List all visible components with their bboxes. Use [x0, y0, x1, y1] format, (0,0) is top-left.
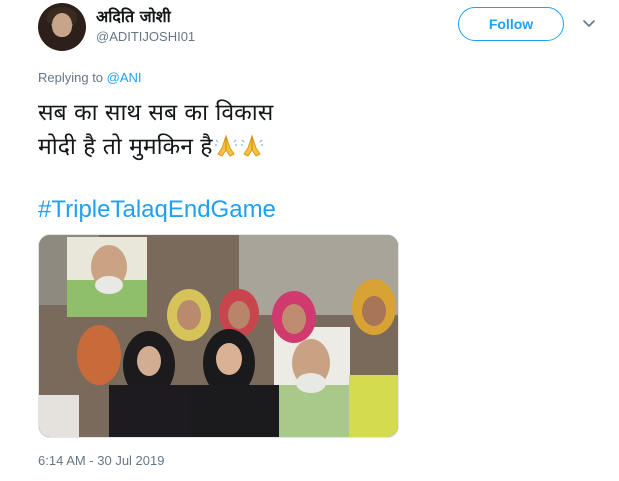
replying-to: Replying to @ANI [38, 70, 142, 85]
follow-button[interactable]: Follow [458, 7, 564, 41]
photo-illustration [39, 235, 398, 437]
hashtag-link[interactable]: #TripleTalaqEndGame [38, 196, 276, 224]
tweet-text-line-2-text: मोदी है तो मुमकिन है [38, 134, 213, 160]
user-handle[interactable]: @ADITIJOSHI01 [96, 29, 195, 44]
tweet-photo[interactable] [38, 234, 399, 438]
folded-hands-icon [214, 134, 237, 157]
tweet-timestamp[interactable]: 6:14 AM - 30 Jul 2019 [38, 453, 164, 468]
avatar-face [52, 13, 72, 37]
tweet-text-line-2: मोदी है तो मुमकिन है [38, 133, 265, 161]
display-name[interactable]: अदिति जोशी [96, 5, 171, 27]
chevron-down-icon[interactable] [582, 18, 596, 30]
replying-to-prefix: Replying to [38, 70, 107, 85]
reply-target-link[interactable]: @ANI [107, 70, 142, 85]
avatar[interactable] [38, 3, 86, 51]
tweet-text-line-1: सब का साथ सब का विकास [38, 100, 274, 126]
folded-hands-icon [240, 134, 263, 157]
